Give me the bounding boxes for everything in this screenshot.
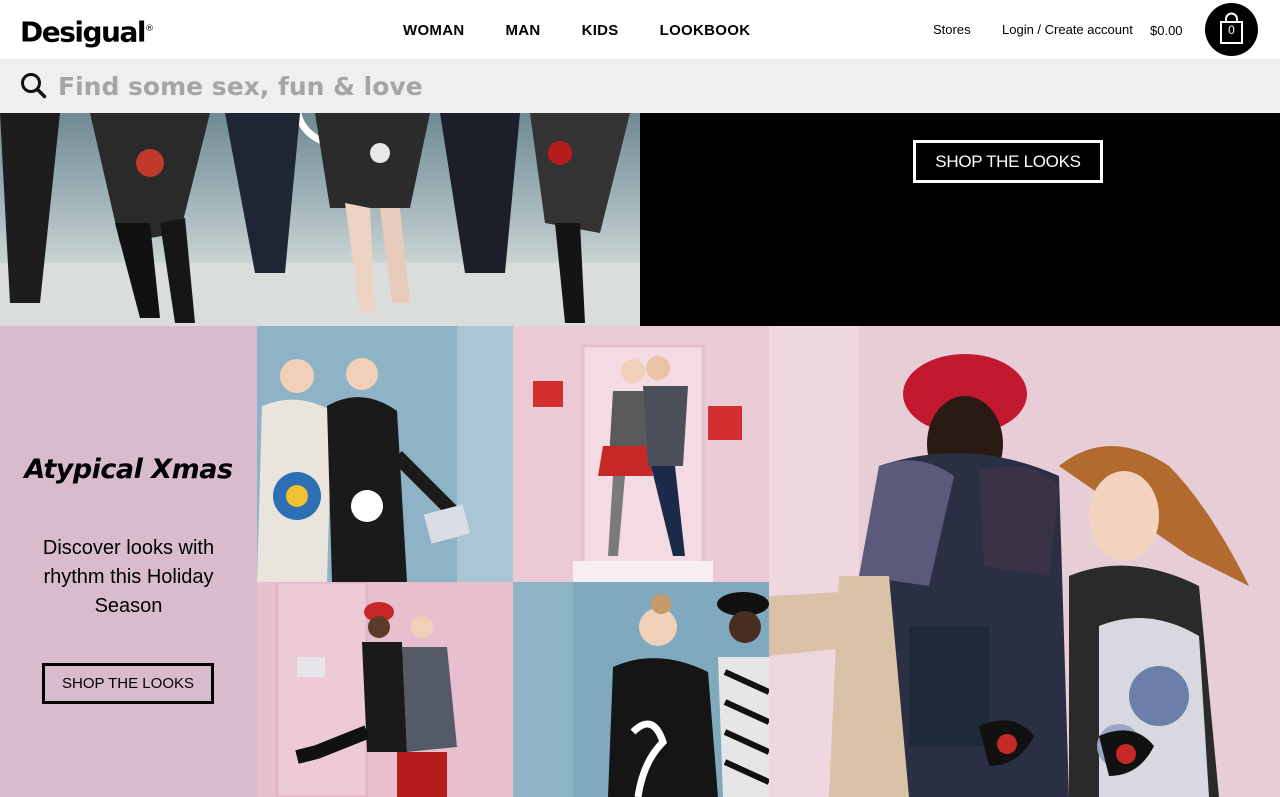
site-header: Desigual® WOMAN MAN KIDS LOOKBOOK Stores… — [0, 0, 1280, 59]
search-icon[interactable] — [20, 72, 47, 99]
search-bar — [0, 59, 1280, 113]
cart-total: $0.00 — [1150, 23, 1183, 38]
atypical-xmas-promo: Atypical Xmas Discover looks with rhythm… — [0, 326, 257, 797]
hero-dancers-photo[interactable] — [0, 113, 640, 326]
promo-title: Atypical Xmas — [24, 454, 233, 485]
photo-4-art — [513, 582, 769, 797]
search-input[interactable] — [58, 69, 758, 103]
lookbook-photo-1[interactable] — [257, 326, 513, 582]
cart-button[interactable]: 0 — [1205, 3, 1258, 56]
photo-5-art — [769, 326, 1280, 797]
lookbook-photo-4[interactable] — [513, 582, 769, 797]
photo-1-art — [257, 326, 513, 582]
desigual-logo[interactable]: Desigual® — [20, 13, 154, 48]
stores-link[interactable]: Stores — [933, 22, 971, 38]
lookbook-photo-3[interactable] — [257, 582, 513, 797]
photo-2-art — [513, 326, 769, 582]
nav-woman[interactable]: WOMAN — [403, 22, 465, 40]
login-link[interactable]: Login / Create account — [1002, 22, 1133, 38]
cart-count: 0 — [1228, 23, 1235, 37]
promo-shop-looks-button[interactable]: SHOP THE LOOKS — [42, 663, 214, 704]
nav-lookbook[interactable]: LOOKBOOK — [660, 22, 751, 40]
hero-shop-looks-button[interactable]: SHOP THE LOOKS — [913, 140, 1103, 183]
lookbook-photo-5[interactable] — [769, 326, 1280, 797]
photo-3-art — [257, 582, 513, 797]
lookbook-photo-2[interactable] — [513, 326, 769, 582]
promo-text: Discover looks with rhythm this Holiday … — [42, 537, 215, 617]
main-nav: WOMAN MAN KIDS LOOKBOOK — [403, 22, 791, 40]
nav-man[interactable]: MAN — [506, 22, 541, 40]
hero-photo-art — [0, 113, 640, 326]
nav-kids[interactable]: KIDS — [582, 22, 619, 40]
